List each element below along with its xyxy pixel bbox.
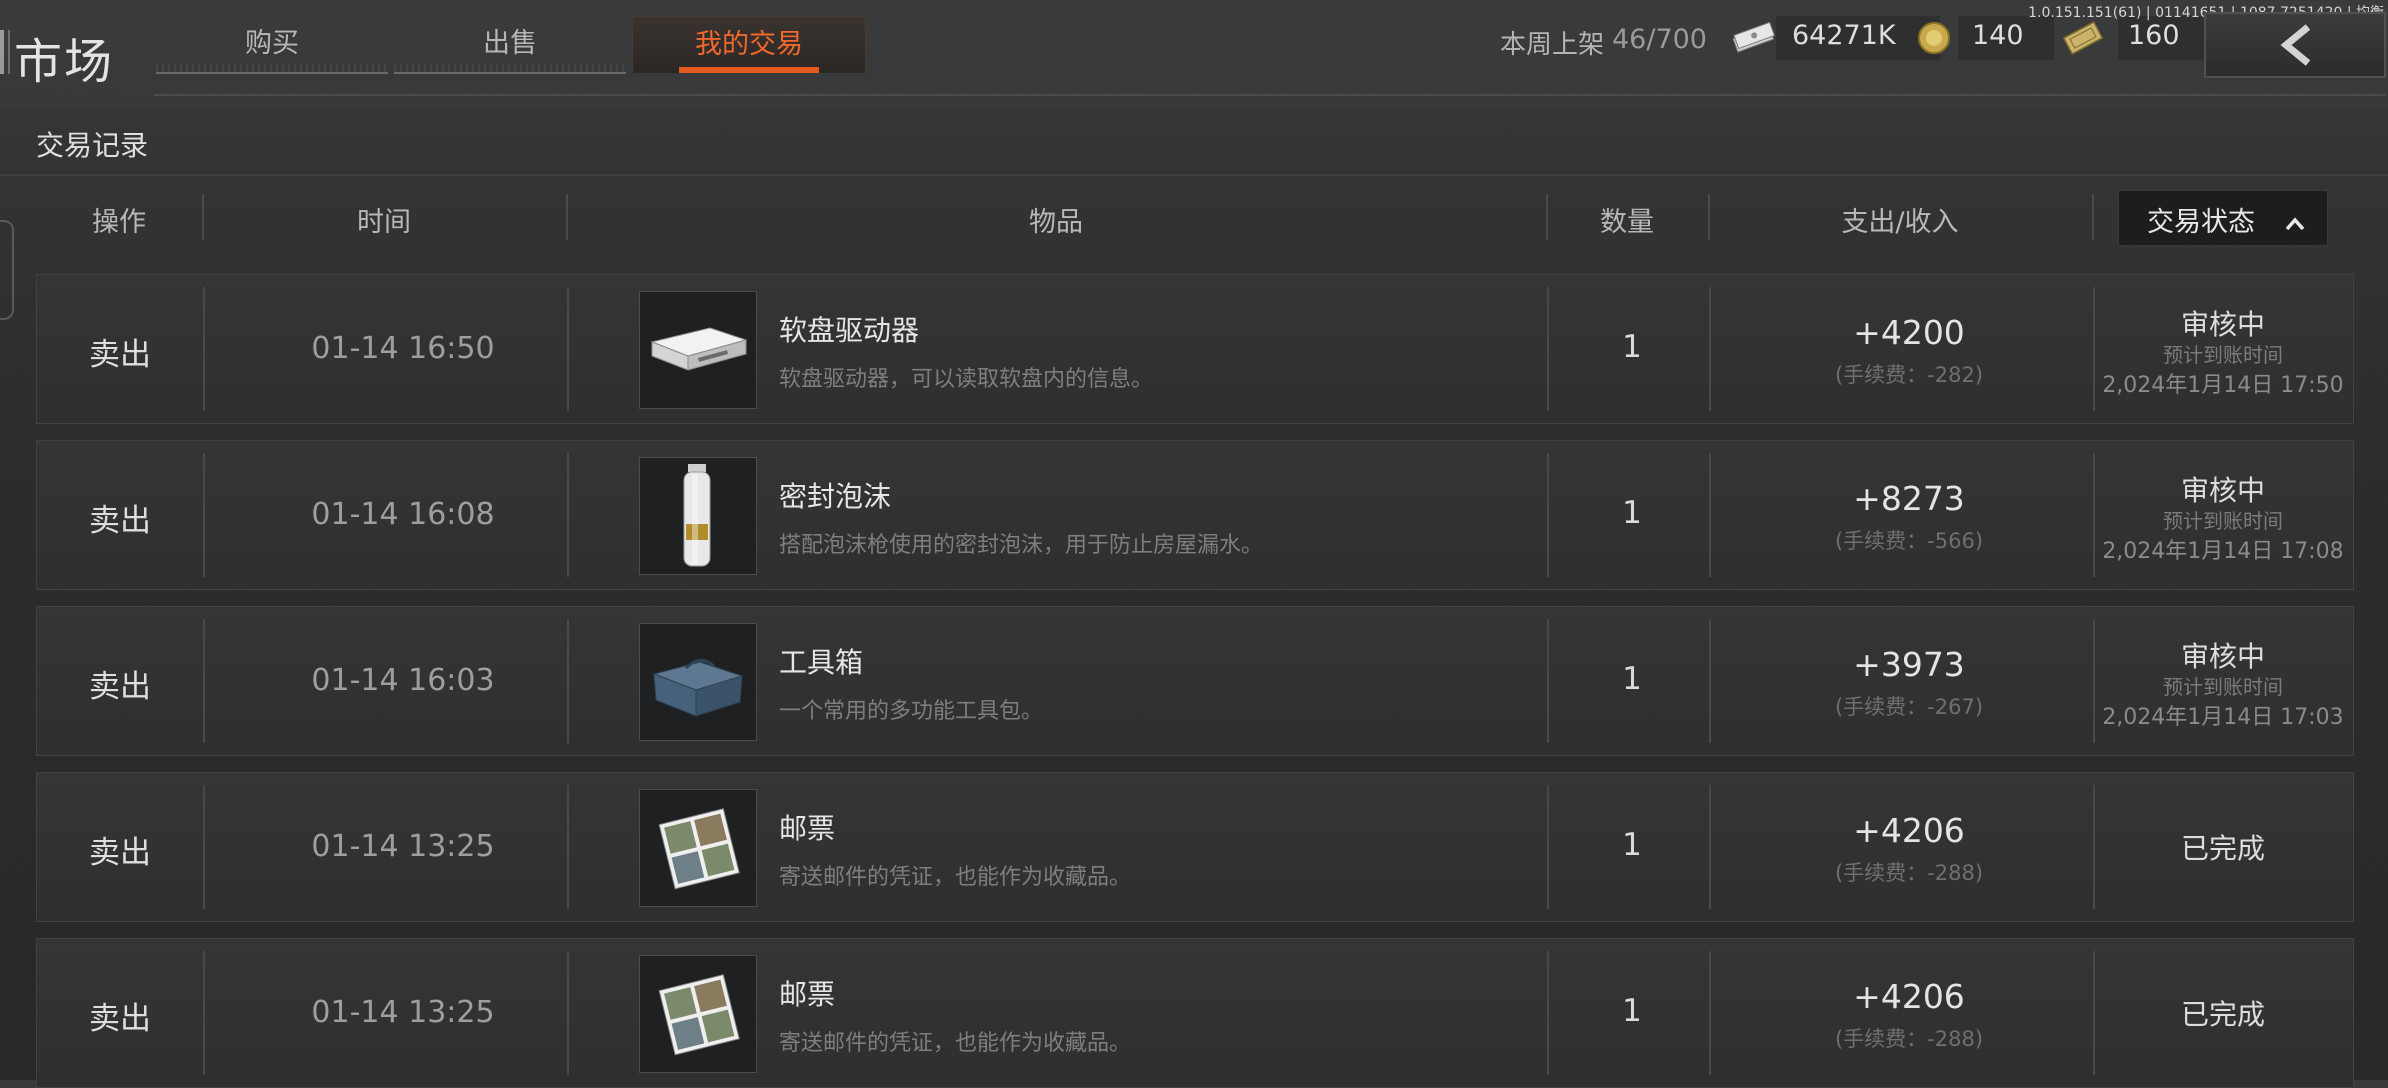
row-separator [1709,619,1711,743]
header-amount: 支出/收入 [1841,207,1959,238]
row-fee: (手续费：-288) [1834,1027,1984,1051]
row-time: 01-14 16:03 [311,663,495,698]
row-status-sub: 预计到账时间 [2163,343,2283,367]
row-item-name: 邮票 [779,978,836,1011]
header-item: 物品 [1029,207,1083,238]
header-qty: 数量 [1600,207,1654,238]
row-qty: 1 [1622,661,1642,697]
table-header: 操作 时间 物品 数量 支出/收入 交易状态 [0,178,2388,258]
row-op: 卖出 [89,669,151,705]
stamps-icon [639,789,757,907]
row-op: 卖出 [89,337,151,373]
floppy-drive-icon [639,291,757,409]
row-fee: (手续费：-282) [1834,363,1984,387]
back-arrow-icon [2274,24,2318,70]
row-status-sub: 预计到账时间 [2163,675,2283,699]
row-fee: (手续费：-288) [1834,861,1984,885]
status-filter-label: 交易状态 [2147,207,2255,238]
row-separator [1709,951,1711,1075]
tab-buy[interactable]: 购买 [156,16,388,74]
row-amount: +4200 [1853,313,1965,352]
cash-stack-icon [1730,20,1776,60]
row-separator [567,619,569,743]
tab-my-trades[interactable]: 我的交易 [632,16,866,73]
page-title: 市场 [14,34,115,90]
title-accent-bar [0,30,4,74]
stamps-icon [639,955,757,1073]
row-time: 01-14 13:25 [311,829,495,864]
row-status: 审核中 [2180,640,2265,673]
cash-value: 64271K [1792,20,1896,51]
section-title: 交易记录 [36,129,149,162]
weekly-listing-value: 46/700 [1612,24,1707,55]
row-op: 卖出 [89,1001,151,1037]
top-bar: 市场 购买 出售 我的交易 本周上架 46/700 64271K 140 160… [0,0,2388,100]
row-item-name: 工具箱 [779,646,864,679]
row-op: 卖出 [89,503,151,539]
row-status-date: 2,024年1月14日 17:08 [2102,539,2344,564]
table-row[interactable]: 卖出 01-14 16:08 密封泡沫 搭配泡沫枪使用的密封泡沫，用于防止房屋漏… [36,440,2354,590]
row-separator [567,453,569,577]
table-row[interactable]: 卖出 01-14 13:25 邮票 寄送邮件的凭证，也能作为收藏品。 1 +42… [36,938,2354,1088]
header-separator [2092,194,2094,240]
row-op: 卖出 [89,835,151,871]
row-item-desc: 一个常用的多功能工具包。 [779,699,1044,724]
row-qty: 1 [1622,827,1642,863]
top-divider [154,94,2386,96]
row-amount: +8273 [1853,479,1965,518]
row-amount: +4206 [1853,811,1965,850]
table-row[interactable]: 卖出 01-14 16:50 软盘驱动器 软盘驱动器，可以读取软盘内的信息。 1… [36,274,2354,424]
coin-icon [1916,20,1952,60]
row-time: 01-14 16:08 [311,497,495,532]
row-item-name: 密封泡沫 [779,480,892,513]
row-separator [567,951,569,1075]
table-row[interactable]: 卖出 01-14 13:25 邮票 寄送邮件的凭证，也能作为收藏品。 1 +42… [36,772,2354,922]
row-item-desc: 软盘驱动器，可以读取软盘内的信息。 [779,367,1154,392]
tab-sell[interactable]: 出售 [394,16,626,74]
row-fee: (手续费：-267) [1834,695,1984,719]
row-separator [1709,785,1711,909]
coin-value: 140 [1972,20,2024,51]
row-status-sub: 预计到账时间 [2163,509,2283,533]
toolbox-icon [639,623,757,741]
status-filter-dropdown[interactable]: 交易状态 [2118,190,2328,246]
title-accent-bar-thin [8,30,10,74]
row-time: 01-14 16:50 [311,331,495,366]
row-status: 已完成 [2180,832,2265,865]
row-separator [567,287,569,411]
row-status: 审核中 [2180,308,2265,341]
header-op: 操作 [92,207,146,238]
row-separator [567,785,569,909]
row-status-date: 2,024年1月14日 17:03 [2102,705,2344,730]
row-item-desc: 寄送邮件的凭证，也能作为收藏品。 [779,865,1132,890]
row-separator [1709,287,1711,411]
row-item-desc: 寄送邮件的凭证，也能作为收藏品。 [779,1031,1132,1056]
tab-my-trades-label: 我的交易 [695,29,803,60]
bonds-icon [2062,20,2104,60]
row-fee: (手续费：-566) [1834,529,1984,553]
row-qty: 1 [1622,329,1642,365]
row-item-name: 软盘驱动器 [779,314,920,347]
section-divider [0,174,2388,176]
row-separator [1709,453,1711,577]
chevron-up-icon [2285,207,2305,238]
foam-can-icon [639,457,757,575]
row-item-desc: 搭配泡沫枪使用的密封泡沫，用于防止房屋漏水。 [779,533,1264,558]
row-status: 已完成 [2180,998,2265,1031]
back-button[interactable] [2204,12,2386,78]
row-status: 审核中 [2180,474,2265,507]
table-row[interactable]: 卖出 01-14 16:03 工具箱 一个常用的多功能工具包。 1 +3973 … [36,606,2354,756]
row-status-date: 2,024年1月14日 17:50 [2102,373,2344,398]
row-amount: +4206 [1853,977,1965,1016]
row-amount: +3973 [1853,645,1965,684]
row-qty: 1 [1622,495,1642,531]
row-time: 01-14 13:25 [311,995,495,1030]
active-tab-indicator [679,67,819,73]
row-qty: 1 [1622,993,1642,1029]
weekly-listing-label: 本周上架 [1500,30,1605,60]
header-time: 时间 [357,207,411,238]
bonds-value: 160 [2128,20,2180,51]
row-item-name: 邮票 [779,812,836,845]
